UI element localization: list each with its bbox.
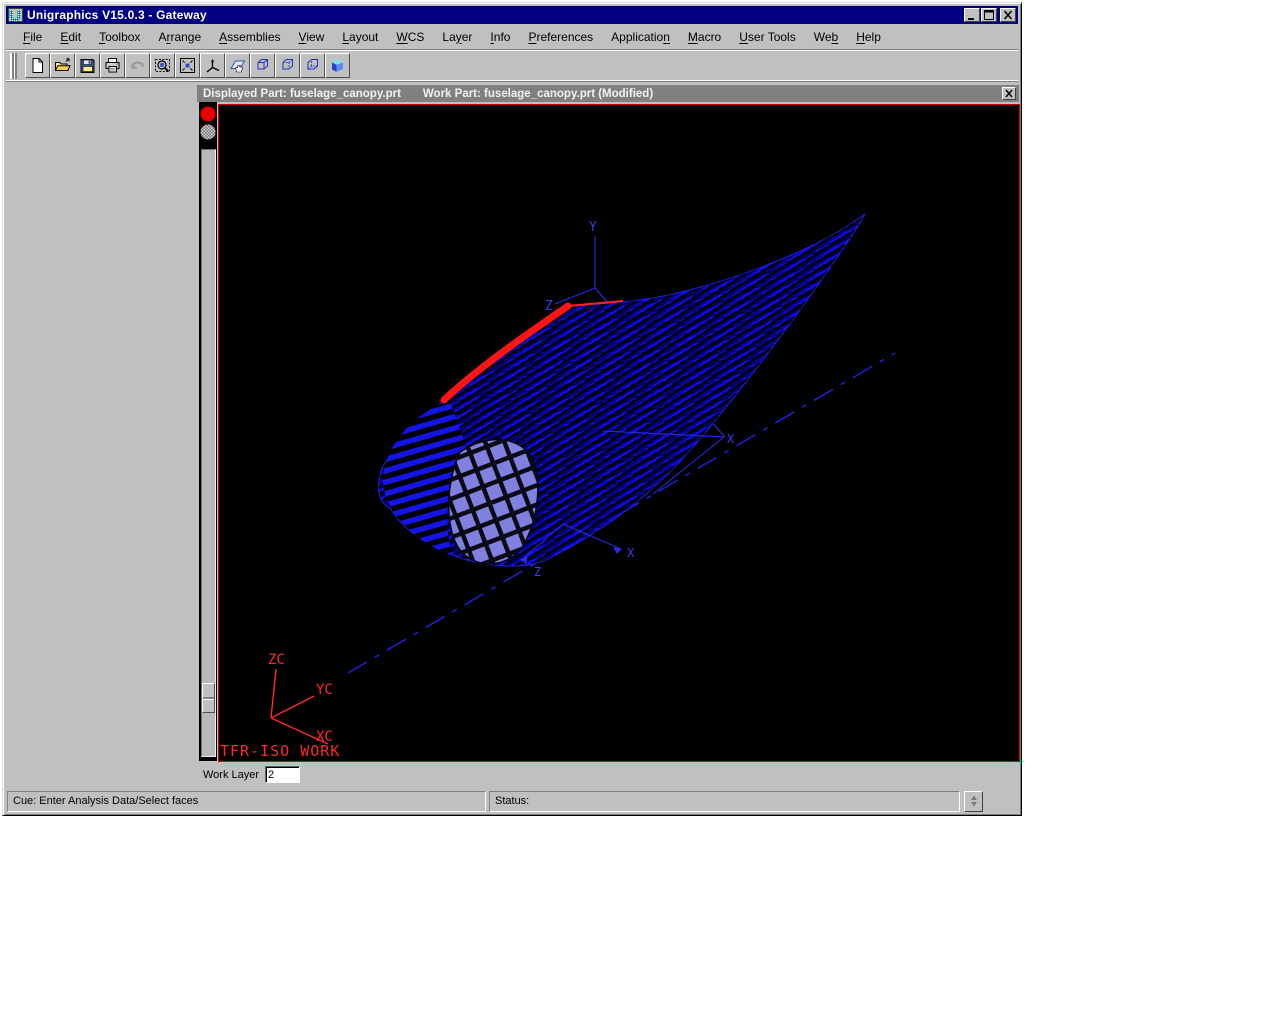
wireframe-cube-icon — [254, 57, 271, 74]
menu-assemblies[interactable]: Assemblies — [210, 27, 289, 47]
work-layer-input[interactable] — [265, 766, 300, 783]
stop-light-icon[interactable] — [201, 107, 216, 122]
status-bar: Cue: Enter Analysis Data/Select faces St… — [5, 789, 1019, 813]
menu-layout[interactable]: Layout — [333, 27, 387, 47]
wcs-zc-label: ZC — [268, 652, 285, 668]
view-axis-z-label: Z — [545, 299, 553, 314]
dashed-cube-button[interactable] — [300, 53, 325, 78]
title-bar[interactable]: Unigraphics V15.0.3 - Gateway — [6, 6, 1018, 24]
close-button[interactable] — [1000, 8, 1016, 22]
minimize-button[interactable] — [964, 8, 980, 22]
menu-web[interactable]: Web — [805, 27, 847, 47]
fuselage-model[interactable] — [378, 214, 865, 566]
displayed-part-label: Displayed Part: fuselage_canopy.prt — [203, 88, 401, 100]
menu-arrange[interactable]: Arrange — [149, 27, 210, 47]
unigraphics-logo-icon — [8, 8, 23, 22]
wcs-caption: TFR-ISO WORK — [220, 742, 340, 760]
app-window: Unigraphics V15.0.3 - Gateway FileEditTo… — [2, 2, 1022, 816]
graphics-window-close-button[interactable] — [1002, 87, 1016, 100]
new-file-icon — [29, 57, 46, 74]
graphics-window: Displayed Part: fuselage_canopy.prt Work… — [197, 85, 1019, 786]
menu-wcs[interactable]: WCS — [387, 27, 433, 47]
view-axis-x-label: X — [727, 432, 735, 446]
graphics-window-titlebar[interactable]: Displayed Part: fuselage_canopy.prt Work… — [197, 85, 1019, 102]
print-icon — [104, 57, 121, 74]
work-layer-row: Work Layer — [197, 763, 1019, 786]
menu-layer[interactable]: Layer — [433, 27, 481, 47]
view-axis-y-label: Y — [589, 220, 597, 235]
zoom-view-button[interactable] — [150, 53, 175, 78]
open-file-button[interactable] — [50, 53, 75, 78]
fit-view-button[interactable] — [175, 53, 200, 78]
work-part-label: Work Part: fuselage_canopy.prt (Modified… — [423, 88, 653, 100]
toolbar-grip[interactable] — [10, 53, 17, 79]
abs-axis-z-label: Z — [534, 565, 541, 579]
scrollbar-thumb[interactable] — [202, 683, 215, 713]
viewport-scrollbar[interactable] — [201, 149, 216, 757]
csys-axes-icon — [204, 57, 221, 74]
print-button[interactable] — [100, 53, 125, 78]
status-field: Status: — [489, 791, 960, 812]
menu-preferences[interactable]: Preferences — [519, 27, 602, 47]
fit-view-icon — [179, 57, 196, 74]
dither-light-icon — [201, 125, 216, 140]
save-icon — [79, 57, 96, 74]
menu-toolbox[interactable]: Toolbox — [90, 27, 149, 47]
select-face-button[interactable] — [225, 53, 250, 78]
dashed-cube-icon — [304, 57, 321, 74]
shaded-cube-button[interactable] — [325, 53, 350, 78]
save-button[interactable] — [75, 53, 100, 78]
menu-info[interactable]: Info — [481, 27, 519, 47]
menu-view[interactable]: View — [290, 27, 334, 47]
cue-field: Cue: Enter Analysis Data/Select faces — [7, 791, 486, 812]
undo-icon — [129, 57, 146, 74]
shaded-cube-icon — [329, 57, 346, 74]
scroll-arrows-icon — [968, 794, 980, 808]
new-file-button[interactable] — [25, 53, 50, 78]
wireframe-cube-button[interactable] — [250, 53, 275, 78]
select-face-icon — [229, 57, 246, 74]
undo-button[interactable] — [125, 53, 150, 78]
menu-user-tools[interactable]: User Tools — [730, 27, 804, 47]
menu-edit[interactable]: Edit — [51, 27, 90, 47]
hidden-edge-cube-icon — [279, 57, 296, 74]
zoom-view-icon — [154, 57, 171, 74]
csys-axes-button[interactable] — [200, 53, 225, 78]
viewport-canvas[interactable]: Y Z X — [218, 104, 1020, 762]
open-file-icon — [54, 57, 71, 74]
menu-bar: FileEditToolboxArrangeAssembliesViewLayo… — [6, 25, 1018, 48]
abs-axis-x-label: X — [627, 546, 635, 560]
interrupt-strip — [199, 102, 217, 761]
wcs-yc-label: YC — [316, 682, 333, 698]
hidden-edge-cube-button[interactable] — [275, 53, 300, 78]
menu-help[interactable]: Help — [847, 27, 890, 47]
maximize-button[interactable] — [981, 8, 997, 22]
menu-file[interactable]: File — [14, 27, 51, 47]
toolbar — [6, 49, 1018, 82]
menu-application[interactable]: Application — [602, 27, 679, 47]
scroll-arrows-button[interactable] — [964, 791, 983, 812]
work-layer-label: Work Layer — [203, 769, 259, 781]
menu-macro[interactable]: Macro — [679, 27, 730, 47]
window-title: Unigraphics V15.0.3 - Gateway — [27, 8, 963, 22]
